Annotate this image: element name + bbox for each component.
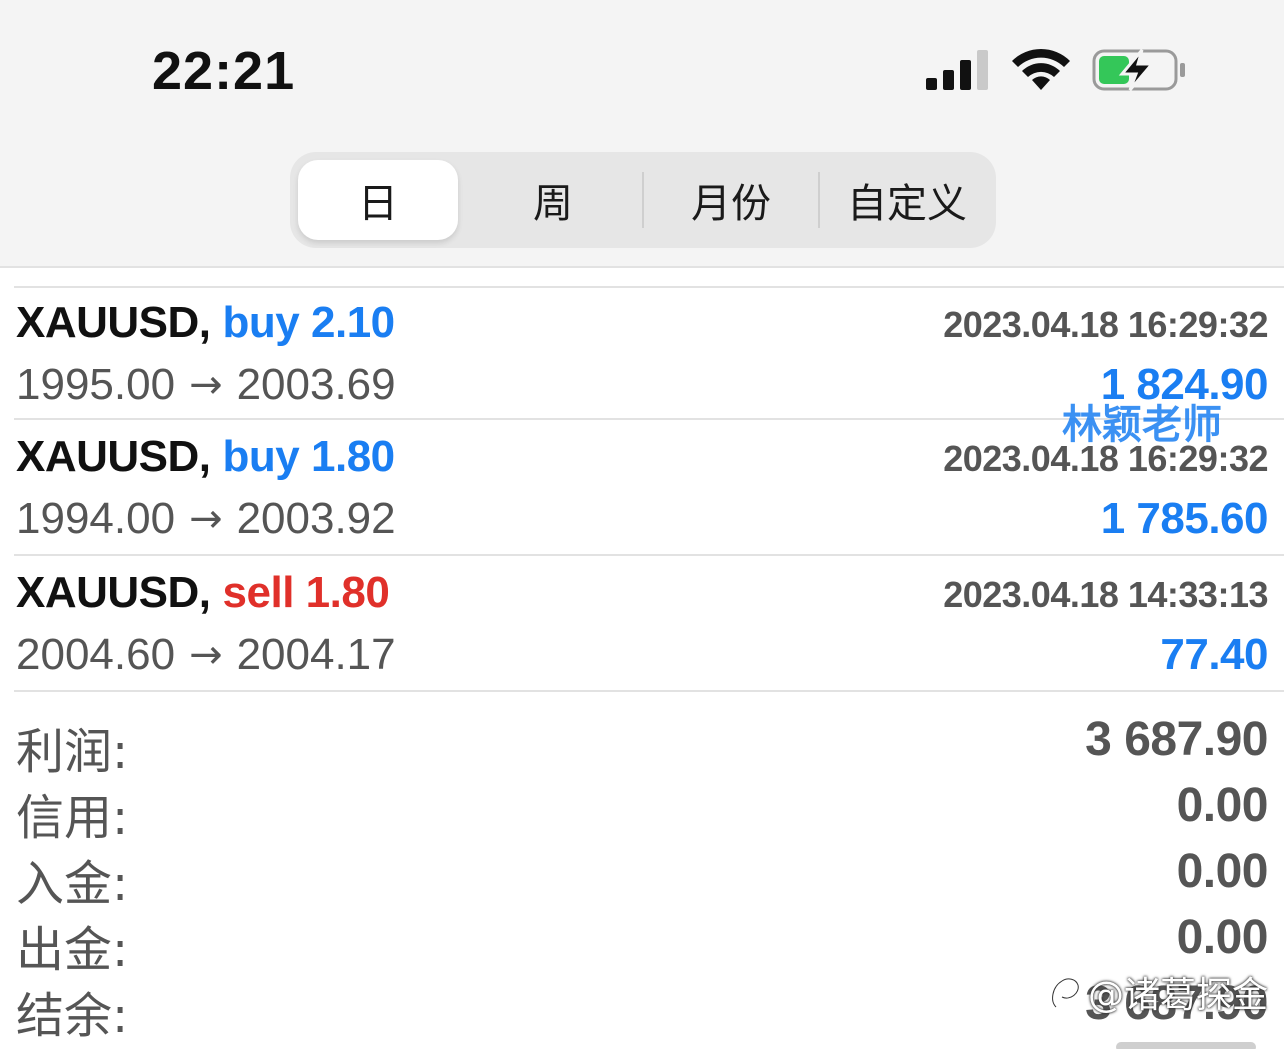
open-price: 1994.00 <box>16 494 176 543</box>
summary-value: 0.00 <box>1176 845 1269 898</box>
period-segmented-control: 日 周 月份 自定义 <box>290 152 996 248</box>
summary-row-withdrawal: 出金: 0.00 <box>14 904 1270 978</box>
tab-week[interactable]: 周 <box>468 160 638 240</box>
open-price: 2004.60 <box>16 630 176 679</box>
tab-month[interactable]: 月份 <box>646 160 816 240</box>
brand-watermark-text: @诸葛探金 <box>1088 975 1269 1016</box>
summary-value: 0.00 <box>1176 911 1269 964</box>
trade-time: 2023.04.18 14:33:13 <box>943 574 1268 615</box>
trade-side-volume: buy 2.10 <box>222 298 396 347</box>
trade-prices: 1994.00 → 2003.92 <box>16 494 396 544</box>
right-arrow-icon: → <box>189 496 223 542</box>
trade-profit: 77.40 <box>1160 630 1268 679</box>
trade-prices: 1995.00 → 2003.69 <box>16 360 396 410</box>
tab-day[interactable]: 日 <box>298 160 458 240</box>
trade-profit: 1 785.60 <box>1100 494 1269 543</box>
tab-custom[interactable]: 自定义 <box>822 160 992 240</box>
summary-row-credit: 信用: 0.00 <box>14 772 1270 846</box>
open-price: 1995.00 <box>16 360 176 409</box>
zhihu-logo-icon <box>1050 976 1081 1009</box>
close-price: 2003.92 <box>236 494 396 543</box>
trade-row[interactable]: XAUUSD, sell 1.80 2004.60 → 2004.17 2023… <box>14 558 1284 692</box>
trade-prices: 2004.60 → 2004.17 <box>16 630 396 680</box>
trade-time: 2023.04.18 16:29:32 <box>943 304 1268 345</box>
status-icons <box>920 44 1200 94</box>
tab-divider <box>818 172 820 228</box>
trade-side-volume: buy 1.80 <box>222 432 396 481</box>
trade-symbol: XAUUSD, <box>16 568 211 617</box>
home-indicator[interactable] <box>1116 1042 1256 1049</box>
close-price: 2004.17 <box>236 630 396 679</box>
teacher-watermark: 林颖老师 <box>1062 402 1222 448</box>
trade-symbol: XAUUSD, <box>16 432 211 481</box>
summary-row-profit: 利润: 3 687.90 <box>14 706 1270 780</box>
trade-side-volume: sell 1.80 <box>222 568 390 617</box>
battery-charging-icon <box>1092 49 1185 91</box>
header-area: 22:21 日 周 月份 自定义 <box>0 0 1284 268</box>
summary-value: 0.00 <box>1176 779 1269 832</box>
brand-watermark: @诸葛探金 <box>1048 966 1268 1018</box>
summary-value: 3 687.90 <box>1085 713 1268 766</box>
close-price: 2003.69 <box>236 360 396 409</box>
right-arrow-icon: → <box>189 632 223 678</box>
status-time: 22:21 <box>152 41 296 101</box>
cellular-signal-icon <box>926 50 988 90</box>
trade-symbol-line: XAUUSD, buy 2.10 <box>16 298 395 348</box>
right-arrow-icon: → <box>189 362 223 408</box>
wifi-icon <box>1012 48 1070 90</box>
summary-row-deposit: 入金: 0.00 <box>14 838 1270 912</box>
tab-divider <box>642 172 644 228</box>
trade-symbol-line: XAUUSD, sell 1.80 <box>16 568 390 618</box>
summary-label: 结余: <box>16 988 129 1044</box>
trade-symbol-line: XAUUSD, buy 1.80 <box>16 432 395 482</box>
trade-symbol: XAUUSD, <box>16 298 211 347</box>
